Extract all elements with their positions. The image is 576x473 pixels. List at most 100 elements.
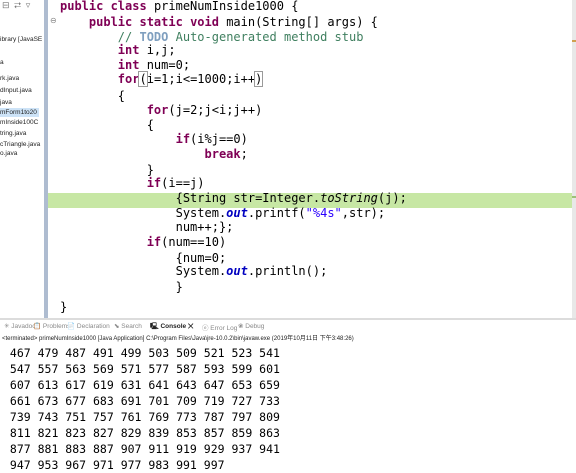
view-tab[interactable]: 🖳 Console ✕ bbox=[150, 322, 194, 333]
code-token: (i==j) bbox=[161, 176, 205, 190]
code-token: } bbox=[60, 280, 183, 294]
code-token: out bbox=[226, 206, 248, 220]
code-token: class bbox=[110, 0, 154, 13]
code-token: int bbox=[117, 43, 147, 57]
code-line[interactable]: public class primeNumInside1000 { bbox=[60, 0, 298, 14]
code-token: System. bbox=[60, 206, 227, 220]
code-token: public bbox=[88, 15, 140, 29]
view-tab[interactable]: 📄 Declaration bbox=[67, 322, 110, 330]
code-token: .printf( bbox=[247, 206, 306, 220]
overview-ruler[interactable] bbox=[572, 0, 576, 318]
code-token: (num==10) bbox=[161, 235, 227, 249]
console-output[interactable]: 467 479 487 491 499 503 509 521 523 541 … bbox=[0, 344, 576, 472]
code-token: "%4s" bbox=[305, 206, 342, 220]
text-caret bbox=[262, 73, 264, 86]
explorer-item[interactable]: o.java bbox=[0, 149, 17, 158]
console-output-line: 547 557 563 569 571 577 587 593 599 601 bbox=[3, 362, 280, 376]
console-output-line: 607 613 617 619 631 641 643 647 653 659 bbox=[3, 378, 280, 392]
code-token: break bbox=[204, 147, 241, 161]
fold-collapse-icon[interactable]: ⊖ bbox=[50, 16, 57, 25]
overview-marker[interactable] bbox=[572, 40, 576, 42]
code-token: if bbox=[146, 176, 162, 190]
view-tab[interactable]: ✳ Javadoc bbox=[4, 322, 35, 330]
package-explorer: ⊟ ⮂ ▿ ibrary [JavaSE a rk.java dInput.java j… bbox=[0, 0, 44, 320]
code-token: i=1;i<=1000;i++ bbox=[146, 72, 256, 86]
code-line[interactable]: } bbox=[60, 299, 67, 315]
code-token: static bbox=[139, 15, 191, 29]
code-line[interactable]: if(num==10) bbox=[60, 234, 226, 250]
code-line[interactable]: public static void main(String[] args) { bbox=[60, 14, 378, 30]
explorer-item[interactable]: tring.java bbox=[0, 129, 26, 138]
code-token: (j); bbox=[377, 191, 407, 205]
code-line[interactable]: if(i%j==0) bbox=[60, 131, 248, 147]
code-token: if bbox=[146, 235, 162, 249]
view-tab[interactable]: ⓔ Error Log bbox=[202, 322, 237, 332]
code-token: void bbox=[190, 15, 227, 29]
code-token: ; bbox=[240, 147, 248, 161]
explorer-item[interactable]: rk.java bbox=[0, 74, 19, 83]
code-token: .println(); bbox=[247, 264, 328, 278]
code-line[interactable]: num++;}; bbox=[60, 219, 234, 235]
code-line[interactable]: {String str=Integer.toString(j); bbox=[60, 190, 407, 206]
code-token: (j=2;j<i;j++) bbox=[168, 103, 263, 117]
explorer-item[interactable]: java bbox=[0, 98, 12, 107]
code-token: {String str=Integer. bbox=[60, 191, 321, 205]
code-token: ,str); bbox=[341, 206, 386, 220]
view-tab[interactable]: ⬊ Search bbox=[114, 322, 142, 330]
code-token: i,j; bbox=[146, 43, 176, 57]
code-token: num++;}; bbox=[60, 220, 234, 234]
explorer-item[interactable]: ibrary [JavaSE bbox=[0, 35, 42, 44]
code-token: (i%j==0) bbox=[190, 132, 248, 146]
explorer-item[interactable]: mForm1to20 bbox=[0, 108, 39, 117]
code-token: System. bbox=[60, 264, 227, 278]
code-token: if bbox=[175, 132, 191, 146]
code-token: out bbox=[226, 264, 248, 278]
code-token: toString bbox=[320, 191, 378, 205]
explorer-item[interactable]: mInside100C bbox=[0, 118, 38, 127]
code-token: ( bbox=[138, 71, 148, 87]
code-token: Auto-generated method stub bbox=[168, 30, 364, 44]
code-token: for bbox=[117, 72, 140, 86]
explorer-item[interactable]: a bbox=[0, 58, 4, 67]
code-token: { bbox=[60, 89, 126, 103]
code-token: for bbox=[146, 103, 169, 117]
console-status-line: <terminated> primeNumInside1000 [Java Ap… bbox=[2, 336, 354, 342]
console-output-line: 739 743 751 757 761 769 773 787 797 809 bbox=[3, 410, 280, 424]
explorer-item[interactable]: cTriangle.java bbox=[0, 140, 40, 149]
console-output-line: 947 953 967 971 977 983 991 997 bbox=[3, 458, 225, 472]
explorer-item[interactable]: dInput.java bbox=[0, 86, 32, 95]
code-token: primeNumInside1000 { bbox=[153, 0, 299, 13]
code-token: } bbox=[60, 300, 68, 314]
code-line[interactable]: for(i=1;i<=1000;i++) bbox=[60, 71, 264, 87]
bottom-view-tabs: ✳ Javadoc 📋 Problems 📄 Declaration ⬊ Search… bbox=[0, 320, 576, 332]
code-line[interactable]: if(i==j) bbox=[60, 175, 205, 191]
code-token: public bbox=[60, 0, 111, 13]
code-line[interactable]: int i,j; bbox=[60, 42, 176, 58]
console-output-line: 661 673 677 683 691 701 709 719 727 733 bbox=[3, 394, 280, 408]
overview-marker[interactable] bbox=[572, 196, 576, 198]
console-output-line: 811 821 823 827 829 839 853 857 859 863 bbox=[3, 426, 280, 440]
code-token: ) bbox=[254, 71, 264, 87]
view-tab[interactable]: 📋 Problems bbox=[33, 322, 70, 330]
code-line[interactable]: for(j=2;j<i;j++) bbox=[60, 102, 263, 118]
view-tab[interactable]: ❀ Debug bbox=[238, 322, 264, 330]
explorer-toolbar-icons[interactable]: ⊟ ⮂ ▿ bbox=[2, 0, 31, 11]
code-token: num=0; bbox=[146, 58, 191, 72]
code-line[interactable]: break; bbox=[60, 146, 248, 162]
code-token: { bbox=[60, 118, 154, 132]
code-line[interactable]: System.out.println(); bbox=[60, 263, 328, 279]
console-output-line: 467 479 487 491 499 503 509 521 523 541 bbox=[3, 346, 280, 360]
code-editor[interactable]: public class primeNumInside1000 { public… bbox=[48, 0, 576, 318]
code-token: main(String[] args) { bbox=[226, 15, 378, 29]
code-line[interactable]: } bbox=[60, 279, 183, 295]
console-output-line: 877 881 883 887 907 911 919 929 937 941 bbox=[3, 442, 280, 456]
